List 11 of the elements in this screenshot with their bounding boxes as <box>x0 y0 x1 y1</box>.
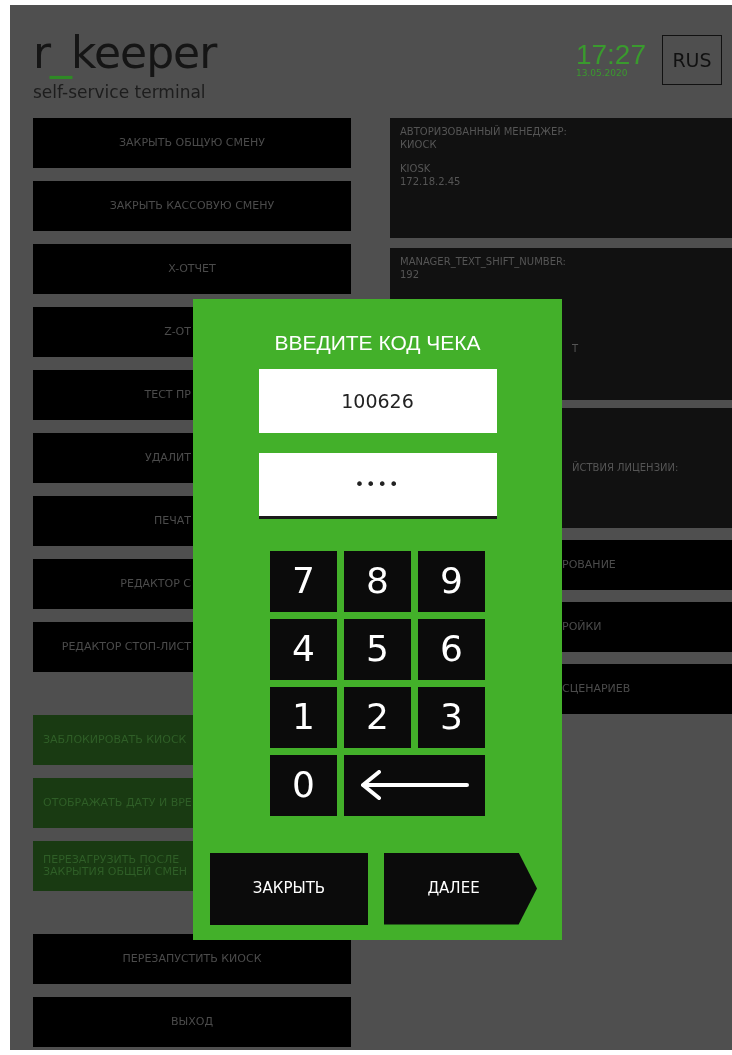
info-text: MANAGER_TEXT_SHIFT_NUMBER: <box>400 256 567 269</box>
info-text: 192 <box>400 268 421 281</box>
info-text: ЙСТВИЯ ЛИЦЕНЗИИ: <box>572 461 679 473</box>
clock-date: 13.05.2020 <box>575 69 629 78</box>
info-text: АВТОРИЗОВАННЫЙ МЕНЕДЖЕР: <box>400 126 568 139</box>
info-text: КИОСК <box>400 138 438 151</box>
info-text: KIOSK <box>400 163 432 176</box>
clock-time: 17:27 <box>575 41 646 69</box>
info-text: Т <box>572 343 579 354</box>
info-text: 172.18.2.45 <box>400 175 462 188</box>
logo-wordmark: r_keeper <box>33 26 217 80</box>
